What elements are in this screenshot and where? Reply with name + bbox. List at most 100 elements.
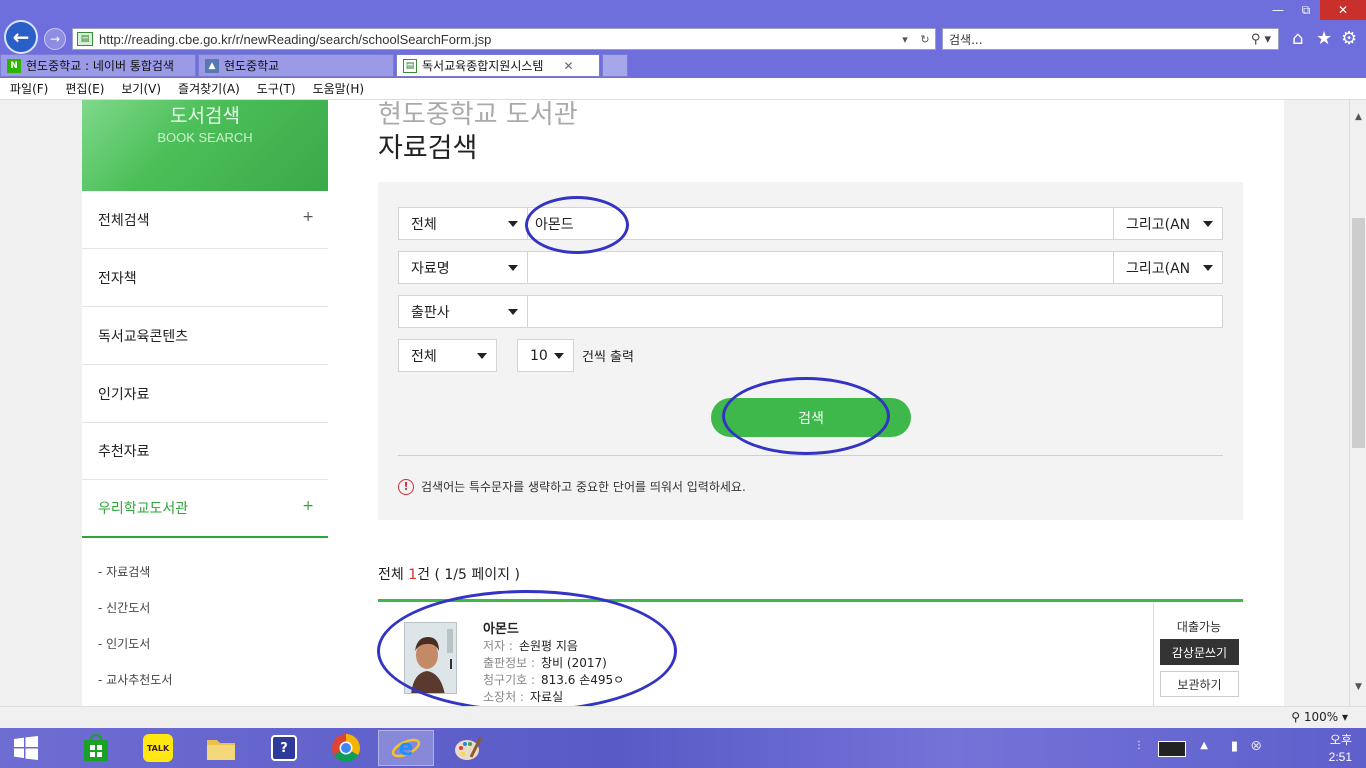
operator-select-1[interactable]: 그리고(AN	[1113, 207, 1223, 240]
sidebar-item-label: 전체검색	[98, 212, 150, 229]
search-icon[interactable]: ⚲ ▾	[1244, 32, 1278, 47]
volume-muted-icon[interactable]: ⊗	[1250, 738, 1262, 754]
back-button[interactable]: ←	[4, 20, 38, 54]
operator-select-2[interactable]: 그리고(AN	[1113, 251, 1223, 284]
taskbar-help[interactable]: ?	[256, 730, 312, 766]
search-button[interactable]: 검색	[711, 398, 911, 437]
expand-plus-icon[interactable]: +	[302, 209, 314, 225]
store-icon	[84, 733, 108, 761]
windows-logo-icon	[14, 736, 38, 760]
status-bar: ⚲ 100% ▾	[0, 706, 1366, 728]
keyword-input-3[interactable]	[527, 295, 1223, 328]
restore-icon[interactable]: ⧉	[1292, 0, 1320, 20]
result-item: 아몬드 저자 : 손원평 지음 출판정보 : 창비 (2017) 청구기호 : 813…	[378, 602, 1243, 706]
book-publisher: 출판정보 : 창비 (2017)	[483, 654, 607, 671]
sidebar-item-our-library[interactable]: 우리학교도서관 +	[82, 480, 328, 538]
scroll-down-icon[interactable]: ▼	[1350, 682, 1366, 692]
new-tab-button[interactable]	[602, 54, 628, 77]
keyword-input-2[interactable]	[527, 251, 1114, 284]
field-select-1[interactable]: 전체	[398, 207, 528, 240]
sidebar-header: 도서검색 BOOK SEARCH	[82, 100, 328, 191]
address-dropdown-icon[interactable]: ▾	[895, 33, 915, 46]
taskbar-kakaotalk[interactable]: TALK	[130, 730, 186, 766]
sidebar-item-reading-content[interactable]: 독서교육콘텐츠	[82, 307, 328, 365]
per-page-select[interactable]: 10	[517, 339, 574, 372]
book-title[interactable]: 아몬드	[483, 618, 519, 637]
keyboard-icon[interactable]	[1158, 741, 1186, 757]
menu-file[interactable]: 파일(F)	[10, 80, 48, 97]
tab-bar: N 현도중학교 : 네이버 통합검색 ▲ 현도중학교 ▤ 독서교육종합지원시스템…	[0, 54, 628, 78]
sidebar-item-popular[interactable]: 인기자료	[82, 365, 328, 423]
close-window-icon[interactable]: ✕	[1320, 0, 1366, 20]
sub-item-teacher-picks[interactable]: - 교사추천도서	[98, 671, 172, 688]
search-placeholder[interactable]: 검색...	[949, 31, 1244, 48]
sidebar-item-all-search[interactable]: 전체검색 +	[82, 191, 328, 249]
folder-icon	[207, 740, 235, 760]
sub-item-material-search[interactable]: - 자료검색	[98, 563, 150, 580]
address-bar[interactable]: ▤ http://reading.cbe.go.kr/r/newReading/…	[72, 28, 936, 50]
menu-edit[interactable]: 편집(E)	[65, 80, 104, 97]
start-button[interactable]	[6, 730, 46, 766]
chevron-down-icon	[508, 265, 518, 271]
menu-help[interactable]: 도움말(H)	[313, 80, 365, 97]
hint-text: 검색어는 특수문자를 생략하고 중요한 단어를 띄워서 입력하세요.	[421, 480, 746, 494]
refresh-icon[interactable]: ↻	[915, 33, 935, 46]
taskbar-internet-explorer[interactable]: e	[378, 730, 434, 766]
tab-naver-search[interactable]: N 현도중학교 : 네이버 통합검색	[0, 54, 196, 77]
browser-search-box[interactable]: 검색... ⚲ ▾	[942, 28, 1279, 50]
chevron-down-icon	[554, 353, 564, 359]
tab-reading-system[interactable]: ▤ 독서교육종합지원시스템 ✕	[396, 54, 600, 77]
network-icon[interactable]: ▮	[1231, 739, 1238, 754]
settings-gear-icon[interactable]: ⚙	[1341, 28, 1357, 49]
forward-button[interactable]: →	[44, 28, 66, 50]
material-type-select[interactable]: 전체	[398, 339, 497, 372]
clock[interactable]: 오후 2:51 2020-03-31	[1321, 732, 1352, 768]
result-prefix: 전체	[378, 567, 409, 583]
zoom-level: 100%	[1303, 710, 1339, 724]
field-select-3[interactable]: 출판사	[398, 295, 528, 328]
vertical-scrollbar[interactable]: ▲ ▼	[1349, 100, 1366, 706]
minimize-icon[interactable]: —	[1264, 0, 1292, 20]
scroll-up-icon[interactable]: ▲	[1350, 112, 1366, 122]
taskbar-store[interactable]	[68, 730, 124, 766]
expand-plus-icon[interactable]: +	[302, 498, 314, 514]
per-page-label: 건씩 출력	[582, 350, 634, 365]
menu-favorites[interactable]: 즐겨찾기(A)	[178, 80, 240, 97]
write-review-button[interactable]: 감상문쓰기	[1160, 639, 1239, 665]
sidebar-item-ebook[interactable]: 전자책	[82, 249, 328, 307]
field-select-2[interactable]: 자료명	[398, 251, 528, 284]
tab-label: 현도중학교 : 네이버 통합검색	[26, 59, 174, 73]
scrollbar-thumb[interactable]	[1352, 218, 1365, 448]
tab-school[interactable]: ▲ 현도중학교	[198, 54, 394, 77]
url-text[interactable]: http://reading.cbe.go.kr/r/newReading/se…	[99, 32, 895, 47]
zoom-control[interactable]: ⚲ 100% ▾	[1291, 710, 1348, 724]
result-actions: 대출가능 감상문쓰기 보관하기	[1153, 602, 1243, 706]
favorites-star-icon[interactable]: ★	[1316, 28, 1332, 49]
tray-expand-icon[interactable]: ▲	[1200, 740, 1208, 751]
book-call-number: 청구기호 : 813.6 손495ㅇ	[483, 671, 624, 688]
chevron-down-icon	[508, 221, 518, 227]
select-value: 전체	[411, 348, 437, 365]
arrow-right-icon: →	[49, 32, 61, 46]
book-cover-image[interactable]	[404, 622, 457, 694]
taskbar-file-explorer[interactable]	[193, 730, 249, 766]
sidebar-item-recommended[interactable]: 추천자료	[82, 422, 328, 480]
keep-button[interactable]: 보관하기	[1160, 671, 1239, 697]
select-value: 그리고(AN	[1126, 216, 1191, 233]
home-icon[interactable]: ⌂	[1292, 28, 1303, 49]
school-icon: ▲	[205, 58, 219, 73]
close-tab-icon[interactable]: ✕	[563, 59, 573, 73]
taskbar-chrome[interactable]	[318, 730, 374, 766]
tray-grip-icon: ⋮	[1134, 740, 1144, 751]
menu-tools[interactable]: 도구(T)	[257, 80, 296, 97]
select-value: 출판사	[411, 304, 450, 321]
sub-item-popular-books[interactable]: - 인기도서	[98, 635, 150, 652]
sub-item-new-books[interactable]: - 신간도서	[98, 599, 150, 616]
taskbar-paint[interactable]	[440, 730, 496, 766]
sidebar: 도서검색 BOOK SEARCH 전체검색 + 전자책 독서교육콘텐츠 인기자료…	[82, 100, 328, 706]
menu-view[interactable]: 보기(V)	[121, 80, 161, 97]
svg-text:e: e	[399, 736, 414, 761]
divider	[398, 455, 1223, 456]
keyword-input-1[interactable]: 아몬드	[527, 207, 1114, 240]
author-label: 저자 :	[483, 639, 513, 653]
